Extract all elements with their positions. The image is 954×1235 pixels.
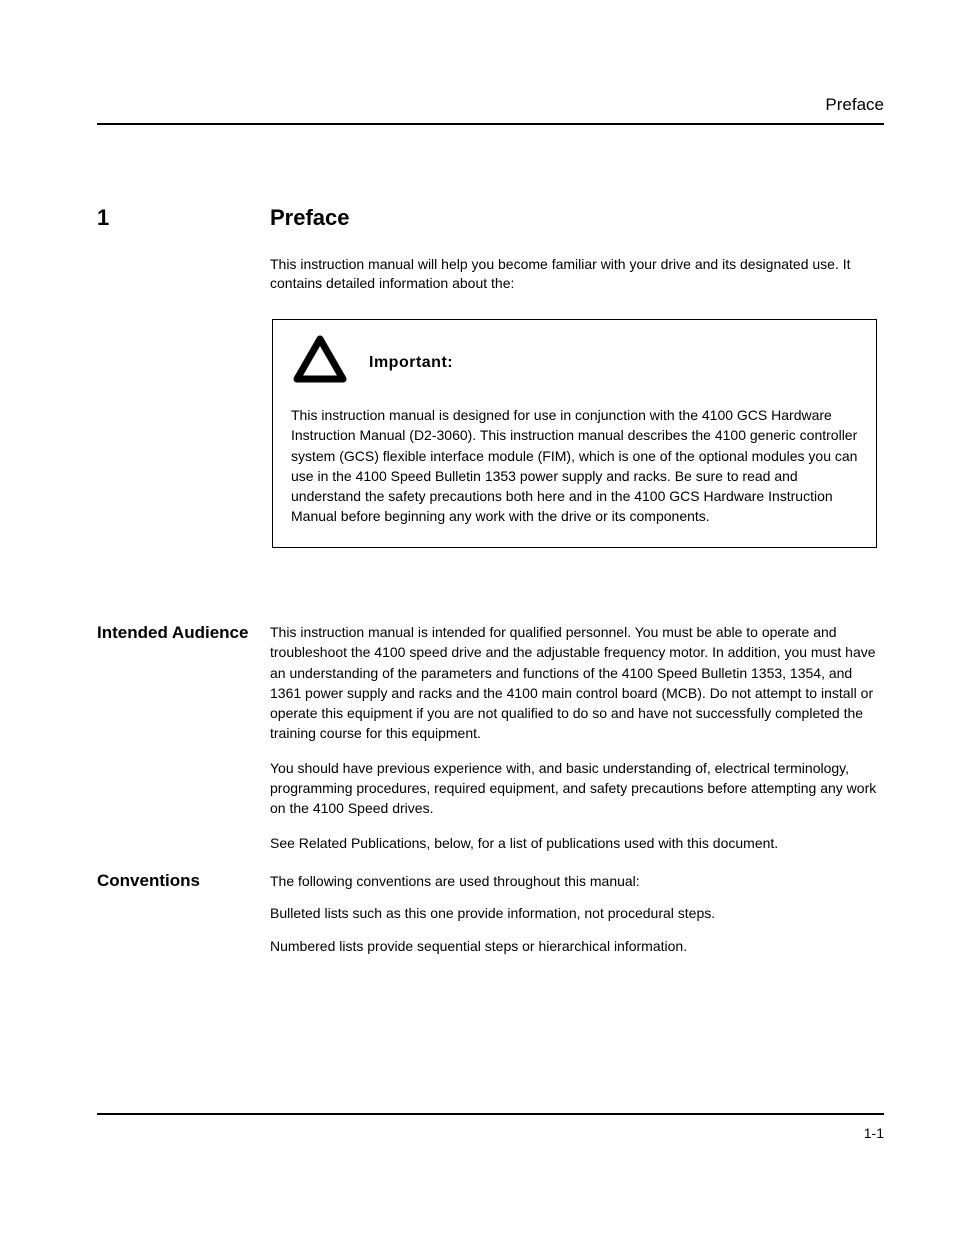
- header: Preface: [97, 95, 884, 125]
- important-header: Important:: [291, 334, 858, 391]
- header-title: Preface: [97, 95, 884, 115]
- intended-para-1: This instruction manual is intended for …: [270, 622, 880, 744]
- conventions-para-2: Bulleted lists such as this one provide …: [270, 903, 880, 923]
- footer-page-number: 1-1: [864, 1125, 884, 1141]
- intended-audience-heading: Intended Audience: [97, 622, 252, 643]
- conventions-body: The following conventions are used throu…: [270, 871, 880, 968]
- conventions-heading: Conventions: [97, 871, 200, 891]
- header-rule: [97, 123, 884, 125]
- chapter-title: Preface: [270, 205, 350, 231]
- warning-triangle-icon: [291, 334, 349, 391]
- conventions-para-1: The following conventions are used throu…: [270, 871, 880, 891]
- intro-paragraph: This instruction manual will help you be…: [270, 255, 880, 293]
- intended-para-3: See Related Publications, below, for a l…: [270, 833, 880, 853]
- intended-para-2: You should have previous experience with…: [270, 758, 880, 819]
- important-label: Important:: [369, 354, 453, 372]
- chapter-number: 1: [97, 205, 109, 231]
- page: Preface 1 Preface This instruction manua…: [0, 0, 954, 1235]
- important-text: This instruction manual is designed for …: [291, 405, 858, 527]
- intended-audience-body: This instruction manual is intended for …: [270, 622, 880, 867]
- important-box: Important: This instruction manual is de…: [272, 319, 877, 548]
- footer-rule: [97, 1113, 884, 1115]
- conventions-para-3: Numbered lists provide sequential steps …: [270, 936, 880, 956]
